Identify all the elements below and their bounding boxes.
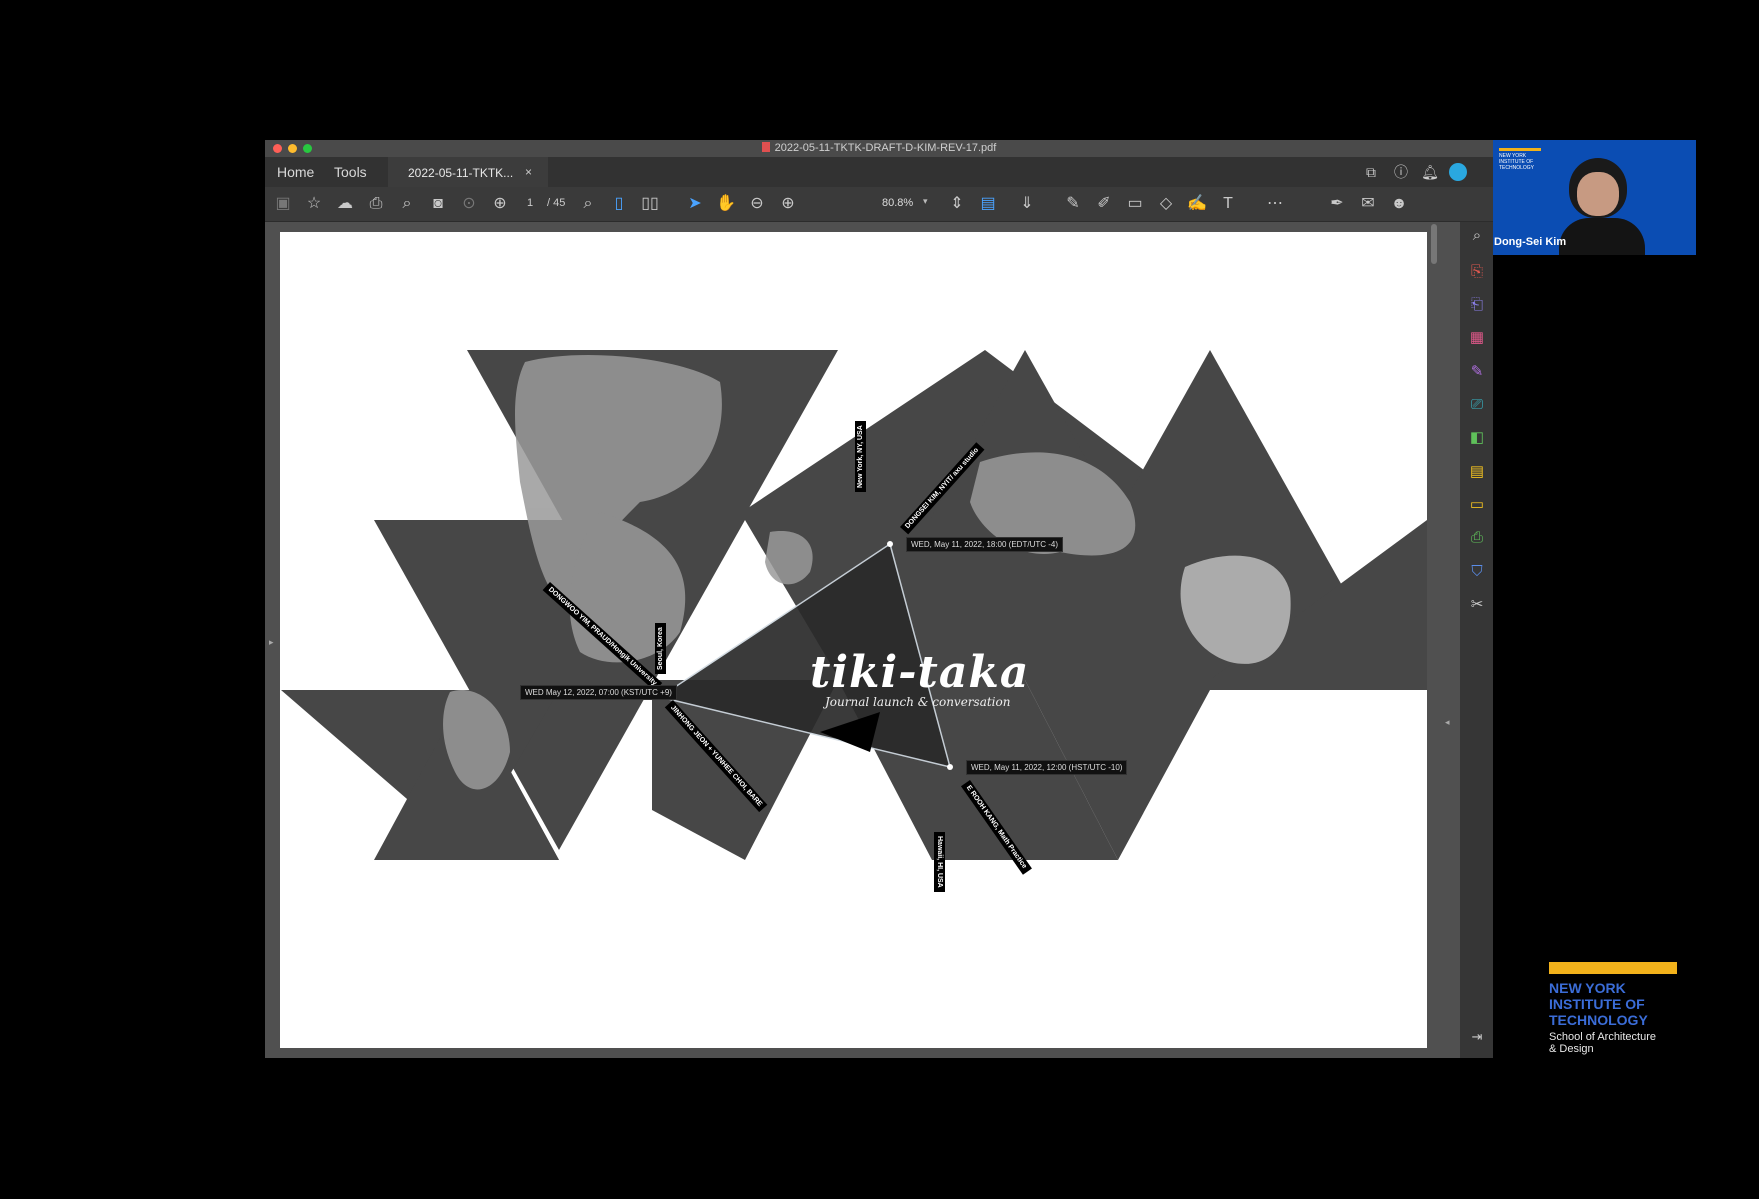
journal-subtitle: Journal launch & conversation <box>825 695 1011 709</box>
dymaxion-map <box>281 350 1427 860</box>
protect-shield-icon[interactable]: ⛉ <box>1467 562 1487 582</box>
edit-pdf-icon[interactable]: ⎚ <box>1467 395 1487 415</box>
participant-body <box>1559 218 1645 255</box>
zoom-tool-icon[interactable]: ⌕ <box>1467 226 1487 246</box>
comment-tool-icon[interactable]: ▭ <box>1467 495 1487 515</box>
sign-icon[interactable]: ✍ <box>1187 195 1207 213</box>
scroll-mode-icon[interactable]: ⇓ <box>1017 195 1037 213</box>
zoom-search-icon[interactable]: ⌕ <box>397 195 417 213</box>
fit-page-icon[interactable]: ⇕ <box>947 195 967 213</box>
comment-icon[interactable]: ▭ <box>1125 195 1145 213</box>
next-page-icon[interactable]: ⊕ <box>490 195 510 213</box>
right-tools-panel: ⌕ ⎘ ⎗ ▦ ✎ ⎚ ◧ ▤ ▭ ⎙ ⛉ ✂ ⇥ <box>1460 222 1493 1058</box>
current-page-input[interactable]: 1 <box>527 197 533 209</box>
previous-page-icon[interactable]: ⊙ <box>459 195 479 213</box>
fill-sign-tool-icon[interactable]: ✎ <box>1467 362 1487 382</box>
tab-home[interactable]: Home <box>277 164 314 180</box>
document-area: ▸ tiki-taka Journal launch & conversatio… <box>265 222 1460 1058</box>
participant-name: Dong-Sei Kim <box>1494 236 1567 248</box>
tab-document[interactable]: 2022-05-11-TKTK... × <box>388 157 548 187</box>
notifications-bell-icon[interactable]: 🔔︎ <box>1421 164 1439 180</box>
nyit-logo: NEW YORK INSTITUTE OF TECHNOLOGY School … <box>1549 962 1677 1055</box>
select-pointer-icon[interactable]: ➤ <box>685 195 705 213</box>
eraser-icon[interactable]: ◇ <box>1156 195 1176 213</box>
fill-sign-icon[interactable]: ✒ <box>1327 195 1347 213</box>
email-icon[interactable]: ✉ <box>1358 195 1378 213</box>
two-page-view-icon[interactable]: ▯▯ <box>640 195 660 213</box>
account-avatar[interactable] <box>1449 163 1467 181</box>
document-title-text: 2022-05-11-TKTK-DRAFT-D-KIM-REV-17.pdf <box>774 142 997 154</box>
nyit-institution-name: NEW YORK INSTITUTE OF TECHNOLOGY <box>1549 980 1648 1028</box>
page-display-icon[interactable]: ▤ <box>978 195 998 213</box>
main-toolbar: ▣ ☆ ☁ ⎙ ⌕ ◙ ⊙ ⊕ 1 / 45 ⌕ ▯ ▯▯ ➤ ✋ ⊖ ⊕ 80… <box>265 187 1493 222</box>
text-tool-icon[interactable]: T <box>1218 195 1238 213</box>
pdf-viewer-window: 2022-05-11-TKTK-DRAFT-D-KIM-REV-17.pdf H… <box>265 140 1493 1058</box>
video-badge-text: NEW YORK INSTITUTE OF TECHNOLOGY <box>1499 153 1535 171</box>
compare-icon[interactable]: ◧ <box>1467 428 1487 448</box>
hawaii-marker <box>947 764 953 770</box>
export-file-icon[interactable]: ▤ <box>1467 462 1487 482</box>
label-ny-location: New York, NY, USA <box>855 421 866 492</box>
expand-panel-icon[interactable]: ⇥ <box>1467 1027 1487 1047</box>
label-ny-time: WED, May 11, 2022, 18:00 (EDT/UTC -4) <box>906 537 1064 552</box>
zoom-level[interactable]: 80.8% <box>882 197 913 209</box>
title-bar: 2022-05-11-TKTK-DRAFT-D-KIM-REV-17.pdf <box>265 140 1493 157</box>
tab-tools[interactable]: Tools <box>334 164 367 180</box>
document-title: 2022-05-11-TKTK-DRAFT-D-KIM-REV-17.pdf <box>265 142 1493 154</box>
pdf-file-icon <box>761 142 770 152</box>
help-icon[interactable]: ⓘ <box>1392 164 1410 180</box>
label-hawaii-location: Hawaii, HI, USA <box>934 832 945 892</box>
more-options-icon[interactable]: ⋯ <box>1265 195 1285 213</box>
label-hawaii-time: WED, May 11, 2022, 12:00 (HST/UTC -10) <box>966 760 1128 775</box>
print-icon[interactable]: ⎙ <box>366 195 386 213</box>
nyit-school-line1: School of Architecture <box>1549 1031 1657 1043</box>
label-seoul-location: Seoul, Korea <box>655 623 666 674</box>
zoom-dropdown-chevron-icon[interactable]: ▾ <box>923 196 928 207</box>
print-production-icon[interactable]: ⎙ <box>1467 528 1487 548</box>
close-tab-icon[interactable]: × <box>525 165 532 179</box>
vertical-scrollbar[interactable] <box>1431 224 1437 264</box>
pdf-page: tiki-taka Journal launch & conversation … <box>280 232 1427 1048</box>
export-pdf-icon[interactable]: ⎘ <box>1467 262 1487 282</box>
new-york-marker <box>887 541 893 547</box>
total-pages: / 45 <box>547 197 566 209</box>
bookmark-star-icon[interactable]: ☆ <box>304 195 324 213</box>
share-screen-icon[interactable]: ⧉ <box>1362 164 1380 180</box>
pencil-icon[interactable]: ✎ <box>1063 195 1083 213</box>
tab-document-label: 2022-05-11-TKTK... <box>408 166 514 180</box>
label-seoul-time: WED May 12, 2022, 07:00 (KST/UTC +9) <box>520 685 677 700</box>
organize-pages-icon[interactable]: ▦ <box>1467 328 1487 348</box>
journal-title: tiki-taka <box>810 647 1030 698</box>
left-panel-toggle-icon[interactable]: ▸ <box>269 637 274 648</box>
nyit-school-line2: & Design <box>1549 1043 1594 1055</box>
upload-cloud-icon[interactable]: ☁ <box>335 195 355 213</box>
save-icon[interactable]: ▣ <box>273 195 293 213</box>
highlighter-icon[interactable]: ✐ <box>1094 195 1114 213</box>
share-user-icon[interactable]: ☻ <box>1389 195 1409 213</box>
zoom-out-icon[interactable]: ⊖ <box>747 195 767 213</box>
zoom-in-icon[interactable]: ⊕ <box>778 195 798 213</box>
single-page-view-icon[interactable]: ▯ <box>609 195 629 213</box>
participant-face <box>1577 172 1619 216</box>
create-pdf-icon[interactable]: ⎗ <box>1467 295 1487 315</box>
find-icon[interactable]: ⌕ <box>578 195 598 213</box>
nyit-gold-bar <box>1549 962 1677 974</box>
hand-tool-icon[interactable]: ✋ <box>716 195 736 213</box>
video-badge-bar <box>1499 148 1541 151</box>
tab-row: Home Tools 2022-05-11-TKTK... × ⧉ ⓘ 🔔︎ <box>265 157 1493 187</box>
snapshot-icon[interactable]: ◙ <box>428 195 448 213</box>
more-tools-icon[interactable]: ✂ <box>1467 595 1487 615</box>
right-panel-collapse-icon[interactable]: ◂ <box>1445 717 1450 728</box>
